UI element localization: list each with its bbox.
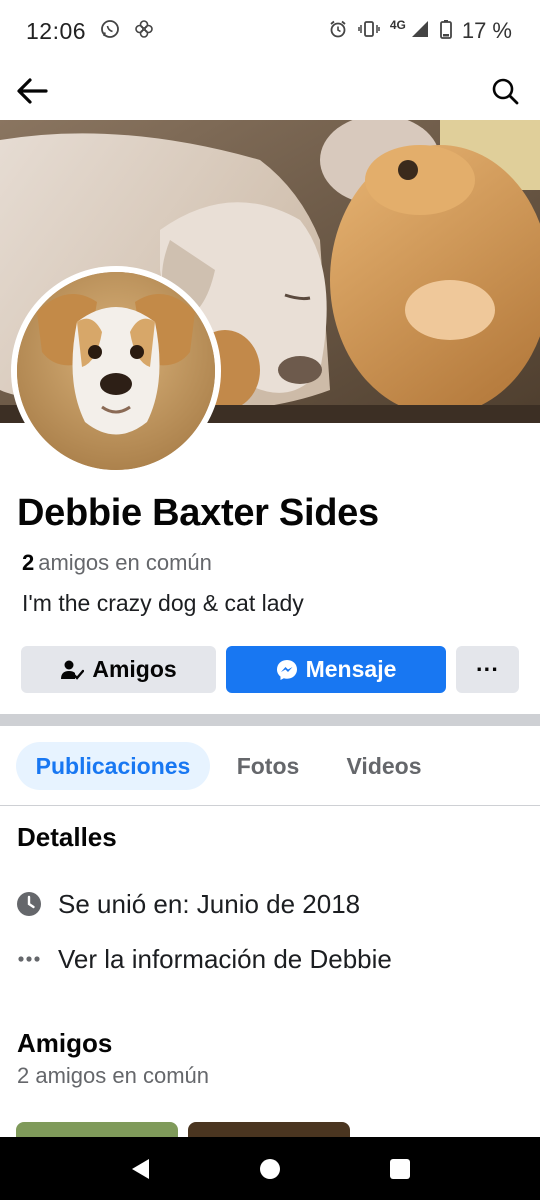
message-button-label: Mensaje (305, 656, 397, 682)
status-right: 4G 17 % (328, 18, 512, 44)
friends-button-label: Amigos (92, 656, 177, 682)
profile-actions: Amigos Mensaje ··· (21, 646, 519, 693)
system-back-button[interactable] (128, 1157, 152, 1181)
vibrate-icon (358, 19, 380, 44)
section-divider (0, 714, 540, 726)
network-type: 4G (389, 18, 406, 32)
status-left: 12:06 (26, 18, 154, 45)
joined-text: Se unió en: Junio de 2018 (58, 888, 361, 919)
mutual-label: amigos en común (38, 550, 212, 575)
friends-section-subtitle: 2 amigos en común (17, 1063, 209, 1088)
friend-check-icon (61, 660, 85, 680)
profile-name: Debbie Baxter Sides (17, 492, 379, 534)
avatar-image (17, 272, 215, 470)
search-icon (492, 78, 519, 105)
arrow-left-icon (17, 78, 48, 104)
tab-videos[interactable]: Videos (332, 742, 436, 790)
tab-photos[interactable]: Fotos (226, 742, 310, 790)
status-time: 12:06 (26, 17, 87, 44)
system-home-button[interactable] (258, 1157, 282, 1181)
battery-percent: 17 % (461, 18, 512, 43)
ellipsis-icon (16, 946, 42, 972)
battery-icon (439, 19, 452, 44)
square-recents-icon (390, 1159, 410, 1179)
profile-avatar[interactable] (11, 266, 221, 476)
more-info-link[interactable]: Ver la información de Debbie (58, 944, 392, 975)
messenger-icon (276, 659, 297, 680)
friends-section-title: Amigos (17, 1028, 113, 1058)
mutual-count: 2 (22, 550, 35, 575)
system-nav-bar (0, 1137, 540, 1200)
profile-tabs: Publicaciones Fotos Videos (0, 742, 540, 790)
details-title: Detalles (17, 822, 117, 852)
friends-button[interactable]: Amigos (21, 646, 216, 693)
whatsapp-icon (100, 19, 120, 44)
search-button[interactable] (488, 74, 522, 108)
detail-joined: Se unió en: Junio de 2018 (16, 884, 360, 924)
detail-more-info[interactable]: Ver la información de Debbie (16, 939, 392, 979)
circle-home-icon (260, 1159, 280, 1179)
clock-icon (16, 891, 42, 917)
status-bar: 12:06 4G 17 % (0, 0, 540, 62)
mutual-friends[interactable]: 2 amigos en común (22, 550, 212, 576)
top-nav (0, 62, 540, 120)
more-options-button[interactable]: ··· (456, 646, 519, 693)
profile-bio: I'm the crazy dog & cat lady (22, 590, 304, 616)
pinwheel-icon (134, 19, 154, 44)
signal-icon (410, 19, 430, 44)
back-button[interactable] (14, 74, 50, 108)
alarm-icon (328, 19, 348, 44)
tabs-divider (0, 805, 540, 806)
triangle-back-icon (132, 1159, 149, 1179)
tab-posts[interactable]: Publicaciones (16, 742, 210, 790)
system-recents-button[interactable] (388, 1157, 412, 1181)
more-icon: ··· (476, 656, 499, 682)
message-button[interactable]: Mensaje (226, 646, 446, 693)
